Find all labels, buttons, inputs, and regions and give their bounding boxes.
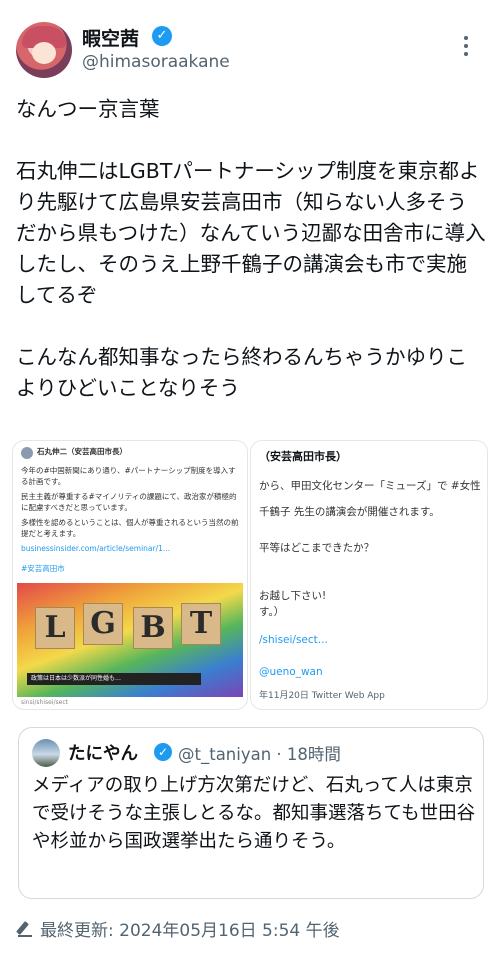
embedded-line-2: 千鶴子 先生の講演会が開催されます。	[259, 506, 440, 518]
quote-text: メディアの取り上げ方次第だけど、石丸って人は東京で受けそうな主張しとるな。都知事…	[32, 775, 476, 852]
media-image-left[interactable]: 石丸伸二（安芸高田市長） 今年の#中国新聞にあり通り、#パートナーシップ制度を導…	[12, 440, 248, 710]
embedded-footer: 年11月20日 Twitter Web App	[259, 691, 385, 701]
author-handle[interactable]: @himasoraakane	[82, 52, 230, 72]
embedded-line-4: お越し下さい!	[259, 590, 327, 602]
quote-display-name: たにやん	[68, 744, 138, 764]
quote-avatar	[32, 739, 60, 767]
block-letter: B	[133, 607, 173, 649]
embedded-hashtag: #安芸高田市	[21, 564, 65, 573]
author-avatar[interactable]	[16, 22, 72, 78]
author-display-name[interactable]: 暇空茜	[82, 24, 139, 51]
verified-badge-icon: ✓	[154, 743, 172, 761]
embedded-line-1: 今年の#中国新聞にあり通り、#パートナーシップ制度を導入する計画です。	[21, 466, 236, 486]
embedded-link: businessinsider.com/article/seminar/1...	[21, 544, 171, 553]
edit-pencil-icon	[16, 920, 34, 938]
block-letter: T	[181, 603, 221, 645]
photo-caption: 政策は日本は少数派が同性婚も…	[27, 673, 201, 685]
tweet-text: なんつー京言葉 石丸伸二はLGBTパートナーシップ制度を東京都より先駆けて広島県…	[16, 97, 486, 400]
lgbt-photo: L G B T 政策は日本は少数派が同性婚も…	[17, 583, 243, 697]
embedded-line-3: 平等はどこまできたか？	[259, 542, 375, 554]
embedded-line-1: から、甲田文化センター「ミューズ」で #女性	[259, 480, 481, 492]
media-image-right[interactable]: （安芸高田市長） から、甲田文化センター「ミューズ」で #女性 千鶴子 先生の講…	[250, 440, 488, 710]
embedded-mention: @ueno_wan	[259, 666, 323, 678]
embedded-source: sinsi/shisei/sect	[21, 699, 68, 706]
last-updated-text: 最終更新: 2024年05月16日 5:54 午後	[40, 921, 340, 941]
more-dots-icon[interactable]	[463, 36, 469, 58]
embedded-line-2: 民主主義が尊重する#マイノリティの課題にて、政治家が積極的に配慮すべきだと思って…	[21, 492, 237, 512]
verified-badge-icon: ✓	[152, 26, 172, 46]
embedded-line-5: す。）	[259, 606, 285, 618]
embedded-line-3: 多様性を認めるということは、個人が尊重されるという当然の前提だと考えます。	[21, 518, 239, 538]
embedded-author: 石丸伸二（安芸高田市長）	[37, 447, 127, 456]
quote-handle-time: @t_taniyan · 18時間	[178, 745, 341, 764]
block-letter: L	[35, 607, 75, 649]
last-updated-row[interactable]: 最終更新: 2024年05月16日 5:54 午後	[16, 916, 340, 941]
embedded-avatar	[21, 447, 33, 459]
embedded-link: /shisei/sect...	[259, 634, 328, 646]
block-letter: G	[83, 603, 123, 645]
embedded-title: （安芸高田市長）	[259, 450, 347, 463]
